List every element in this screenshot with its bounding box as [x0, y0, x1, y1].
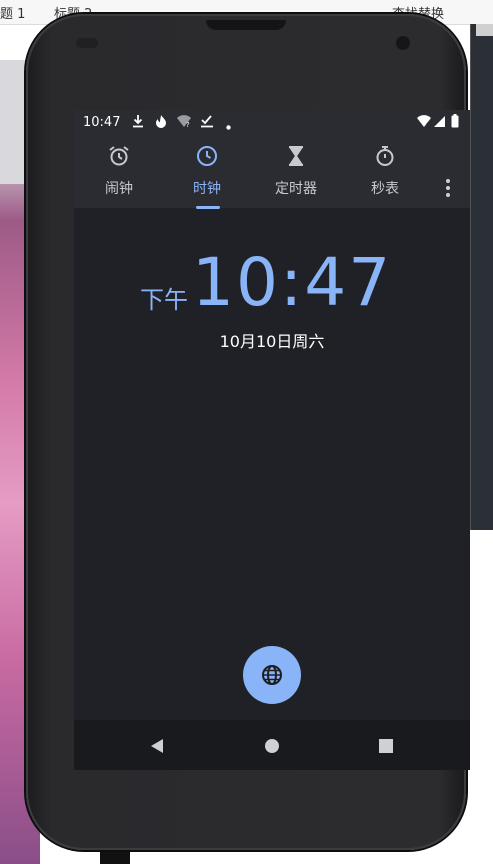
navigation-bar	[74, 720, 470, 770]
digital-clock: 10:47	[192, 244, 393, 321]
phone-screen: 10:47 ? 闹钟 时钟 定时器 秒表 下午 10:47 10月10日周六	[74, 110, 470, 770]
tab-label: 秒表	[371, 181, 399, 197]
tab-timer[interactable]: 定时器	[251, 136, 341, 208]
back-icon[interactable]	[146, 734, 170, 758]
desktop-tab-label[interactable]: 题 1	[0, 3, 25, 22]
phone-frame: 10:47 ? 闹钟 时钟 定时器 秒表 下午 10:47 10月10日周六	[26, 14, 470, 850]
stopwatch-icon	[373, 144, 397, 168]
hourglass-icon	[284, 144, 308, 168]
desktop-side-window	[470, 24, 493, 530]
dot-icon	[226, 119, 231, 133]
tab-label: 定时器	[275, 181, 317, 197]
add-city-button[interactable]	[243, 646, 301, 704]
svg-text:?: ?	[186, 121, 190, 128]
tab-clock[interactable]: 时钟	[162, 136, 252, 208]
flame-icon	[154, 114, 168, 131]
download-icon	[132, 114, 144, 131]
date-label: 10月10日周六	[219, 332, 325, 351]
alarm-icon	[107, 144, 131, 168]
tab-label: 时钟	[193, 181, 221, 197]
home-icon[interactable]	[260, 734, 284, 758]
status-time: 10:47	[83, 115, 121, 130]
recents-icon[interactable]	[374, 734, 398, 758]
battery-icon	[451, 114, 459, 131]
phone-speaker	[206, 20, 286, 30]
tab-alarm[interactable]: 闹钟	[74, 136, 164, 208]
desktop-side-strip	[476, 24, 493, 36]
wifi-icon	[416, 114, 432, 131]
tab-label: 闹钟	[105, 181, 133, 197]
clock-content: 下午 10:47 10月10日周六	[74, 208, 470, 720]
wifi-question-icon: ?	[176, 114, 192, 131]
phone-sensor	[76, 38, 98, 48]
checkmark-icon	[200, 114, 214, 131]
overflow-menu-icon[interactable]	[438, 176, 458, 200]
tab-stopwatch[interactable]: 秒表	[340, 136, 430, 208]
phone-camera	[396, 36, 410, 50]
clock-icon	[195, 144, 219, 168]
signal-icon	[434, 114, 446, 131]
tab-bar: 闹钟 时钟 定时器 秒表	[74, 136, 470, 208]
ampm-label: 下午	[140, 286, 188, 314]
status-bar: 10:47 ?	[74, 110, 470, 136]
